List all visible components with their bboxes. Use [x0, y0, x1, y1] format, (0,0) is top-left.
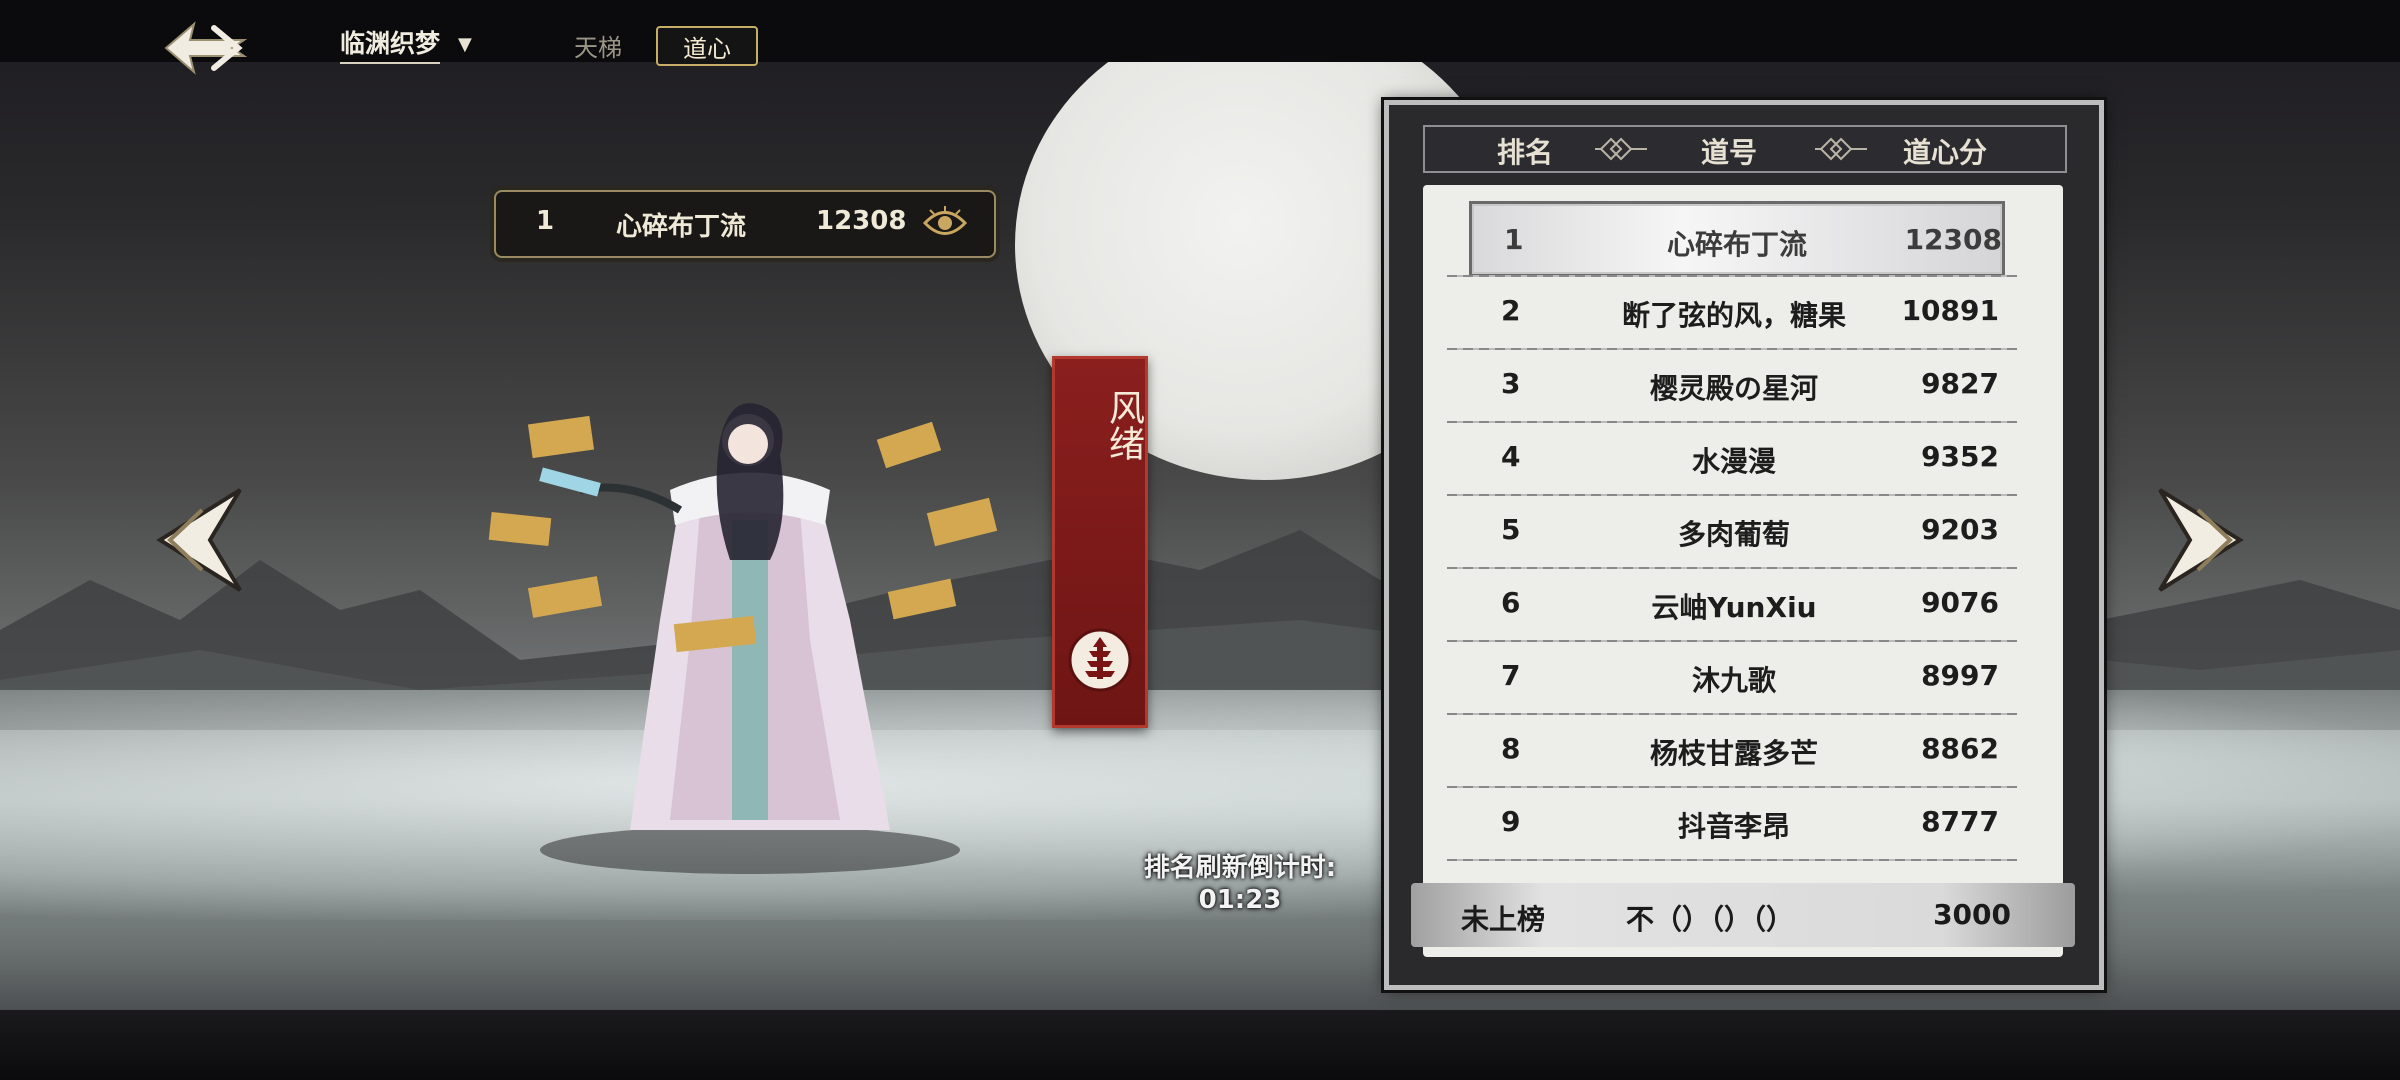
diamond-separator-icon [1815, 137, 1867, 161]
countdown-label: 排名刷新倒计时: [1143, 853, 1337, 883]
leaderboard-header: 排名 道号 道心分 [1423, 125, 2067, 173]
row-score: 9076 [1921, 586, 1999, 619]
bottom-bar [0, 1010, 2400, 1080]
leaderboard-row[interactable]: 4 水漫漫 9352 [1469, 421, 1999, 491]
row-score: 9827 [1921, 367, 1999, 400]
arrow-left-icon[interactable] [140, 480, 250, 600]
leaderboard-row[interactable]: 8 杨枝甘露多芒 8862 [1469, 713, 1999, 783]
header-score: 道心分 [1903, 136, 1988, 169]
server-name: 临渊织梦 [340, 24, 441, 64]
eye-icon[interactable] [922, 204, 968, 242]
row-divider [1447, 859, 2017, 861]
character-name-banner: 风绪 [1052, 356, 1148, 728]
refresh-countdown: 排名刷新倒计时: 01:23 [1090, 852, 1390, 916]
diamond-separator-icon [1595, 137, 1647, 161]
leaderboard-row[interactable]: 5 多肉葡萄 9203 [1469, 494, 1999, 564]
self-name: 不（）（）（） [1626, 903, 1795, 936]
row-score: 8862 [1921, 732, 1999, 765]
leaderboard-list: 1 心碎布丁流 12308 2 断了弦的风，糖果 10891 3 樱灵殿の星河 … [1423, 185, 2063, 957]
countdown-time: 01:23 [1198, 885, 1282, 915]
header-name: 道号 [1701, 136, 1758, 169]
tab-daoxin[interactable]: 道心 [656, 26, 758, 66]
server-selector[interactable]: 临渊织梦 ▼ [340, 24, 472, 64]
header-rank: 排名 [1497, 136, 1554, 169]
character-name: 风绪 [1103, 389, 1144, 461]
row-score: 8777 [1921, 805, 1999, 838]
row-score: 12308 [1904, 223, 2002, 256]
leaderboard-row[interactable]: 2 断了弦的风，糖果 10891 [1469, 275, 1999, 345]
pagoda-icon [1068, 628, 1132, 692]
back-arrow-icon[interactable] [160, 18, 250, 78]
leaderboard-panel: 排名 道号 道心分 1 心碎布丁流 12308 2 断了弦的风，糖果 10891… [1384, 100, 2104, 990]
row-score: 10891 [1901, 294, 1999, 327]
self-rank-label: 未上榜 [1461, 903, 1546, 936]
leaderboard-row[interactable]: 7 沐九歌 8997 [1469, 640, 1999, 710]
leaderboard-row[interactable]: 6 云岫YunXiu 9076 [1469, 567, 1999, 637]
tab-ladder[interactable]: 天梯 [560, 26, 636, 64]
featured-name: 心碎布丁流 [616, 212, 747, 242]
self-score: 3000 [1933, 898, 2011, 931]
self-rank-row: 未上榜 不（）（）（） 3000 [1411, 883, 2075, 947]
featured-rank: 1 [536, 206, 555, 236]
leaderboard-row[interactable]: 1 心碎布丁流 12308 [1469, 201, 2005, 277]
arrow-right-icon[interactable] [2150, 480, 2260, 600]
featured-player-card: 1 心碎布丁流 12308 [494, 190, 996, 258]
leaderboard-row[interactable]: 9 抖音李昂 8777 [1469, 786, 1999, 856]
chevron-down-icon: ▼ [458, 33, 472, 55]
row-score: 9203 [1921, 513, 1999, 546]
featured-score: 12308 [816, 206, 907, 236]
row-score: 8997 [1921, 659, 1999, 692]
row-score: 9352 [1921, 440, 1999, 473]
character-portrait [488, 403, 998, 874]
leaderboard-row[interactable]: 3 樱灵殿の星河 9827 [1469, 348, 1999, 418]
